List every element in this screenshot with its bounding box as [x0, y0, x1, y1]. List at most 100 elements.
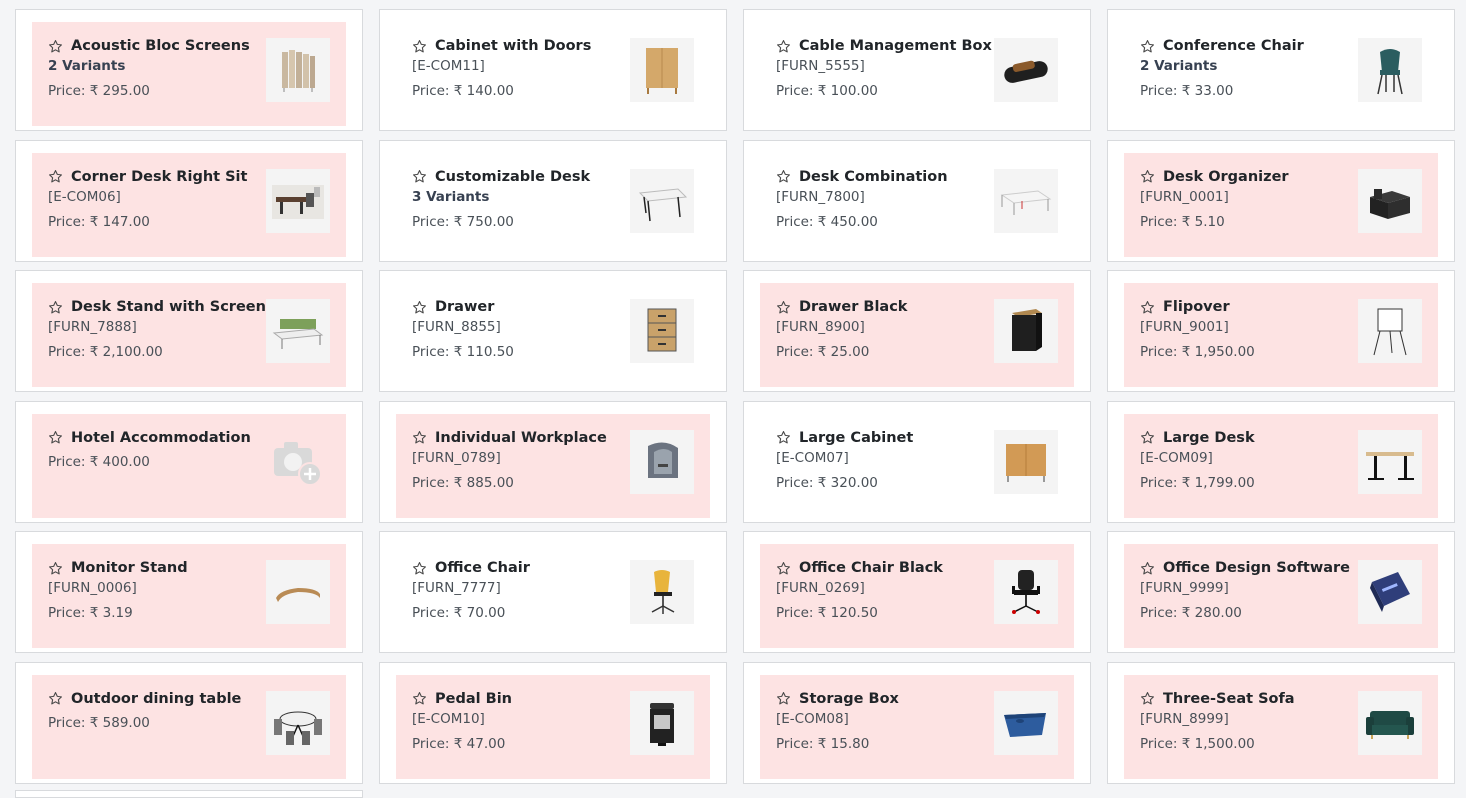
- favorite-star-icon[interactable]: [776, 300, 791, 315]
- favorite-star-icon[interactable]: [776, 691, 791, 706]
- product-code: [FURN_0001]: [1140, 188, 1229, 205]
- product-card[interactable]: Three-Seat Sofa [FURN_8999] Price: ₹ 1,500…: [1107, 661, 1455, 784]
- product-card[interactable]: Large Cabinet [E-COM07] Price: ₹ 320.00: [743, 400, 1091, 523]
- product-card[interactable]: Desk Organizer [FURN_0001] Price: ₹ 5.10: [1107, 139, 1455, 262]
- product-card[interactable]: Office Design Software [FURN_9999] Price: …: [1107, 531, 1455, 653]
- card-header: Office Design Software: [1140, 560, 1350, 576]
- product-card[interactable]: Acoustic Bloc Screens 2 Variants Price: ₹ …: [15, 9, 363, 131]
- favorite-star-icon[interactable]: [1140, 691, 1155, 706]
- card-panel: Cable Management Box [FURN_5555] Price: ₹ …: [760, 22, 1074, 126]
- product-price: Price: ₹ 295.00: [48, 83, 150, 99]
- card-header: Conference Chair: [1140, 38, 1304, 54]
- favorite-star-icon[interactable]: [1140, 39, 1155, 54]
- favorite-star-icon[interactable]: [412, 169, 427, 184]
- card-header: Office Chair Black: [776, 560, 943, 576]
- favorite-star-icon[interactable]: [412, 39, 427, 54]
- favorite-star-icon[interactable]: [1140, 300, 1155, 315]
- variant-count: 3 Variants: [412, 188, 490, 205]
- product-card[interactable]: Corner Desk Right Sit [E-COM06] Price: ₹ 1…: [15, 139, 363, 262]
- favorite-star-icon[interactable]: [48, 430, 63, 445]
- card-header: Desk Organizer: [1140, 169, 1289, 185]
- product-price: Price: ₹ 2,100.00: [48, 344, 163, 360]
- product-card[interactable]: Desk Stand with Screen [FURN_7888] Price: …: [15, 270, 363, 392]
- favorite-star-icon[interactable]: [412, 430, 427, 445]
- favorite-star-icon[interactable]: [776, 169, 791, 184]
- product-code: [FURN_0269]: [776, 580, 865, 596]
- card-panel: Drawer [FURN_8855] Price: ₹ 110.50: [396, 283, 710, 387]
- card-header: Outdoor dining table: [48, 691, 241, 707]
- favorite-star-icon[interactable]: [48, 691, 63, 706]
- card-panel: Conference Chair 2 Variants Price: ₹ 33.00: [1124, 22, 1438, 126]
- favorite-star-icon[interactable]: [48, 39, 63, 54]
- favorite-star-icon[interactable]: [412, 300, 427, 315]
- product-name: Acoustic Bloc Screens: [71, 38, 250, 54]
- variant-count: 2 Variants: [48, 58, 126, 74]
- favorite-star-icon[interactable]: [48, 561, 63, 576]
- product-card[interactable]: Pedal Bin [E-COM10] Price: ₹ 47.00: [379, 661, 727, 784]
- product-card[interactable]: Large Desk [E-COM09] Price: ₹ 1,799.00: [1107, 400, 1455, 523]
- camera-placeholder-icon: [266, 430, 330, 494]
- product-kanban-grid: Acoustic Bloc Screens 2 Variants Price: ₹ …: [15, 9, 1455, 784]
- favorite-star-icon[interactable]: [48, 169, 63, 184]
- product-card[interactable]: Storage Box [E-COM08] Price: ₹ 15.80: [743, 661, 1091, 784]
- product-card[interactable]: Conference Chair 2 Variants Price: ₹ 33.00: [1107, 9, 1455, 131]
- product-price: Price: ₹ 70.00: [412, 605, 506, 621]
- office-chair-black-icon: [994, 560, 1058, 624]
- monitor-stand-icon: [266, 560, 330, 624]
- product-card[interactable]: Customizable Desk 3 Variants Price: ₹ 750.…: [379, 139, 727, 262]
- favorite-star-icon[interactable]: [776, 39, 791, 54]
- card-panel: Desk Combination [FURN_7800] Price: ₹ 450.…: [760, 153, 1074, 257]
- product-card[interactable]: Cable Management Box [FURN_5555] Price: ₹ …: [743, 9, 1091, 131]
- product-name: Desk Organizer: [1163, 168, 1289, 185]
- product-name: Pedal Bin: [435, 690, 512, 707]
- product-code: [FURN_0006]: [48, 580, 137, 596]
- product-code: [FURN_7800]: [776, 188, 865, 205]
- favorite-star-icon[interactable]: [48, 300, 63, 315]
- storage-box-icon: [994, 690, 1058, 755]
- large-desk-icon: [1358, 429, 1422, 494]
- product-code: [E-COM06]: [48, 188, 121, 205]
- desk-stand-screen-icon: [266, 299, 330, 363]
- card-header: Drawer: [412, 299, 494, 315]
- pedal-bin-icon: [630, 690, 694, 755]
- product-code: [FURN_9999]: [1140, 580, 1229, 596]
- product-price: Price: ₹ 25.00: [776, 344, 870, 360]
- product-price: Price: ₹ 400.00: [48, 453, 150, 470]
- product-code: [FURN_8900]: [776, 319, 865, 335]
- product-card[interactable]: Office Chair Black [FURN_0269] Price: ₹ 12…: [743, 531, 1091, 653]
- product-card[interactable]: Monitor Stand [FURN_0006] Price: ₹ 3.19: [15, 531, 363, 653]
- product-card[interactable]: Individual Workplace [FURN_0789] Price: ₹ …: [379, 400, 727, 523]
- product-price: Price: ₹ 47.00: [412, 735, 506, 752]
- favorite-star-icon[interactable]: [776, 561, 791, 576]
- corner-desk-icon: [266, 168, 330, 233]
- favorite-star-icon[interactable]: [776, 430, 791, 445]
- product-card[interactable]: Desk Combination [FURN_7800] Price: ₹ 450.…: [743, 139, 1091, 262]
- favorite-star-icon[interactable]: [412, 561, 427, 576]
- product-card[interactable]: Hotel Accommodation Price: ₹ 400.00: [15, 400, 363, 523]
- card-header: Pedal Bin: [412, 691, 512, 707]
- card-highlight-panel: Outdoor dining table Price: ₹ 589.00: [32, 674, 346, 779]
- product-card[interactable]: Flipover [FURN_9001] Price: ₹ 1,950.00: [1107, 270, 1455, 392]
- product-card[interactable]: Drawer [FURN_8855] Price: ₹ 110.50: [379, 270, 727, 392]
- card-header: Large Cabinet: [776, 430, 913, 446]
- card-header: Corner Desk Right Sit: [48, 169, 247, 185]
- product-card[interactable]: Office Chair [FURN_7777] Price: ₹ 70.00: [379, 531, 727, 653]
- favorite-star-icon[interactable]: [1140, 430, 1155, 445]
- product-code: [E-COM09]: [1140, 449, 1213, 466]
- product-card[interactable]: Drawer Black [FURN_8900] Price: ₹ 25.00: [743, 270, 1091, 392]
- favorite-star-icon[interactable]: [1140, 561, 1155, 576]
- favorite-star-icon[interactable]: [412, 691, 427, 706]
- product-name: Customizable Desk: [435, 168, 591, 185]
- product-name: Office Chair Black: [799, 560, 943, 576]
- product-code: [FURN_8999]: [1140, 710, 1229, 727]
- product-card[interactable]: Cabinet with Doors [E-COM11] Price: ₹ 140.…: [379, 9, 727, 131]
- product-name: Drawer: [435, 299, 495, 315]
- favorite-star-icon[interactable]: [1140, 169, 1155, 184]
- chair-teal-icon: [1358, 38, 1422, 102]
- product-price: Price: ₹ 147.00: [48, 213, 150, 230]
- product-code: [FURN_9001]: [1140, 319, 1229, 335]
- product-card[interactable]: Outdoor dining table Price: ₹ 589.00: [15, 661, 363, 784]
- product-name: Cable Management Box: [799, 38, 992, 54]
- product-price: Price: ₹ 110.50: [412, 344, 514, 360]
- product-code: [FURN_5555]: [776, 58, 865, 74]
